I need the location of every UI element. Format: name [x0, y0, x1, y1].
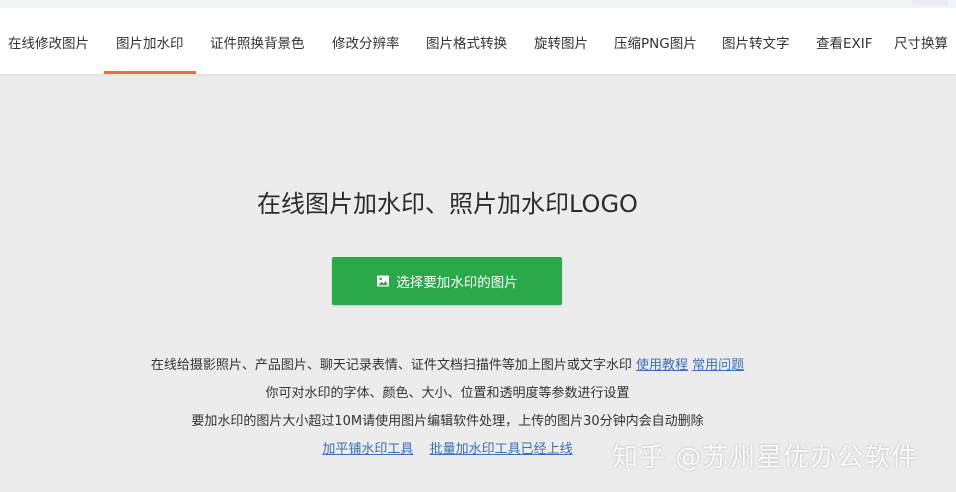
- tab-label: 查看EXIF: [816, 36, 873, 52]
- tab-label: 图片格式转换: [426, 36, 507, 52]
- tutorial-link[interactable]: 使用教程: [636, 358, 688, 373]
- tile-watermark-tool-link[interactable]: 加平铺水印工具: [322, 442, 413, 457]
- tab-label: 修改分辨率: [332, 36, 400, 52]
- tab-id-photo-background[interactable]: 证件照换背景色: [210, 8, 305, 74]
- zhihu-watermark: 知乎 @苏州星优办公软件: [612, 443, 919, 473]
- tab-compress-png[interactable]: 压缩PNG图片: [614, 8, 697, 74]
- description-text: 在线给摄影照片、产品图片、聊天记录表情、证件文档扫描件等加上图片或文字水印: [150, 358, 632, 373]
- batch-watermark-tool-link[interactable]: 批量加水印工具已经上线: [430, 442, 573, 457]
- select-image-button[interactable]: 选择要加水印的图片: [332, 257, 562, 305]
- tab-change-resolution[interactable]: 修改分辨率: [332, 8, 400, 74]
- tab-label: 证件照换背景色: [210, 36, 305, 52]
- tab-label: 图片转文字: [722, 36, 790, 52]
- top-strip: [0, 0, 956, 8]
- nav-bar: 在线修改图片 图片加水印 证件照换背景色 修改分辨率 图片格式转换 旋转图片 压…: [0, 8, 956, 74]
- page-title: 在线图片加水印、照片加水印LOGO: [257, 190, 638, 218]
- tab-format-convert[interactable]: 图片格式转换: [426, 8, 507, 74]
- top-strip-accent: [912, 0, 948, 6]
- tab-label: 图片加水印: [116, 36, 184, 52]
- description-line-3: 要加水印的图片大小超过10M请使用图片编辑软件处理，上传的图片30分钟内会自动删…: [191, 414, 704, 429]
- tab-image-to-text[interactable]: 图片转文字: [722, 8, 790, 74]
- faq-link[interactable]: 常用问题: [692, 358, 744, 373]
- tab-size-convert[interactable]: 尺寸换算: [894, 8, 948, 74]
- description-line-1: 在线给摄影照片、产品图片、聊天记录表情、证件文档扫描件等加上图片或文字水印 使用…: [0, 354, 895, 373]
- tab-label: 压缩PNG图片: [614, 36, 697, 52]
- tab-online-edit-image[interactable]: 在线修改图片: [8, 8, 89, 74]
- description-line-2: 你可对水印的字体、颜色、大小、位置和透明度等参数进行设置: [265, 386, 630, 401]
- tab-image-watermark[interactable]: 图片加水印: [104, 8, 196, 74]
- nav-tabs: 在线修改图片 图片加水印 证件照换背景色 修改分辨率 图片格式转换 旋转图片 压…: [0, 8, 956, 74]
- tab-rotate-image[interactable]: 旋转图片: [534, 8, 588, 74]
- tab-view-exif[interactable]: 查看EXIF: [816, 8, 873, 74]
- tab-label: 旋转图片: [534, 36, 588, 52]
- tab-label: 尺寸换算: [894, 36, 948, 52]
- tab-label: 在线修改图片: [8, 36, 89, 52]
- active-tab-underline: [104, 71, 196, 74]
- image-icon: [377, 275, 390, 287]
- select-image-label: 选择要加水印的图片: [396, 275, 518, 291]
